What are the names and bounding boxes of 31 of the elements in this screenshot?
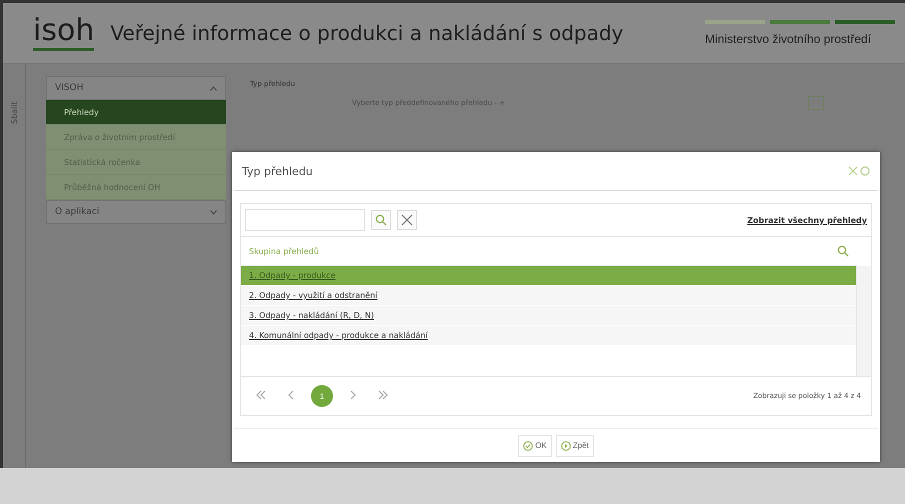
arrow-icon — [255, 390, 267, 400]
stripes-icon — [705, 20, 895, 24]
list-row[interactable]: 4. Komunální odpady - produkce a nakládání — [241, 326, 856, 346]
back-button[interactable]: Zpět — [556, 434, 594, 456]
search-field[interactable] — [245, 209, 365, 231]
chevron-icon — [210, 210, 217, 214]
menu-item[interactable]: Přehledy — [46, 100, 226, 125]
scrollbar[interactable] — [856, 266, 871, 376]
list-row[interactable]: 3. Odpady - nakládání (R, D, N) — [241, 306, 856, 326]
collapse-tab[interactable]: Sbalit — [10, 84, 18, 124]
menu-section[interactable]: O aplikaci — [46, 200, 226, 224]
close-icon — [401, 214, 413, 226]
clear-button[interactable] — [397, 210, 417, 230]
show-all-link[interactable]: Zobrazit všechny přehledy — [747, 216, 867, 224]
logo: isoh — [33, 16, 94, 50]
search-icon — [837, 245, 849, 257]
site-title: Veřejné informace o produkci a nakládání s odpady — [110, 21, 624, 45]
search-button[interactable] — [371, 210, 391, 230]
menu-section[interactable]: VISOH — [46, 76, 226, 100]
page-button[interactable]: 1 — [311, 385, 333, 407]
column-header: Skupina přehledů — [249, 246, 319, 256]
arrow-icon — [377, 390, 389, 400]
search-icon — [375, 214, 387, 226]
chevron-icon — [210, 86, 217, 90]
list-row[interactable]: 1. Odpady - produkce — [241, 266, 856, 286]
dialog-title: Typ přehledu — [242, 164, 313, 178]
ok-button[interactable]: OK — [518, 434, 552, 456]
ministry-name: Ministerstvo životního prostředí — [705, 32, 872, 46]
list-row[interactable]: 2. Odpady - využití a odstranění — [241, 286, 856, 306]
check-icon — [523, 440, 534, 450]
back-icon — [560, 440, 571, 450]
